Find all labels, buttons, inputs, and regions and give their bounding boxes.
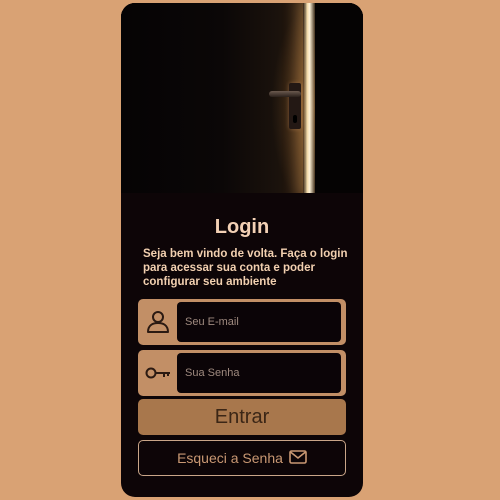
forgot-password-label: Esqueci a Senha [177, 450, 283, 466]
forgot-password-button[interactable]: Esqueci a Senha [138, 440, 346, 476]
login-card: Login Seja bem vindo de volta. Faça o lo… [121, 3, 363, 497]
door-gap-light [303, 3, 315, 193]
password-field-group [138, 350, 346, 396]
email-input[interactable] [177, 302, 341, 342]
key-icon [144, 359, 172, 387]
dark-wall [315, 3, 363, 193]
password-input[interactable] [177, 353, 341, 393]
email-field-group [138, 299, 346, 345]
user-icon [144, 308, 172, 336]
hero-image-door [121, 3, 363, 193]
page-title: Login [214, 216, 270, 238]
keyhole [293, 115, 297, 123]
welcome-text: Seja bem vindo de volta. Faça o login pa… [143, 248, 348, 288]
mail-icon [289, 449, 307, 467]
login-button[interactable]: Entrar [138, 399, 346, 435]
door-handle [269, 91, 301, 97]
